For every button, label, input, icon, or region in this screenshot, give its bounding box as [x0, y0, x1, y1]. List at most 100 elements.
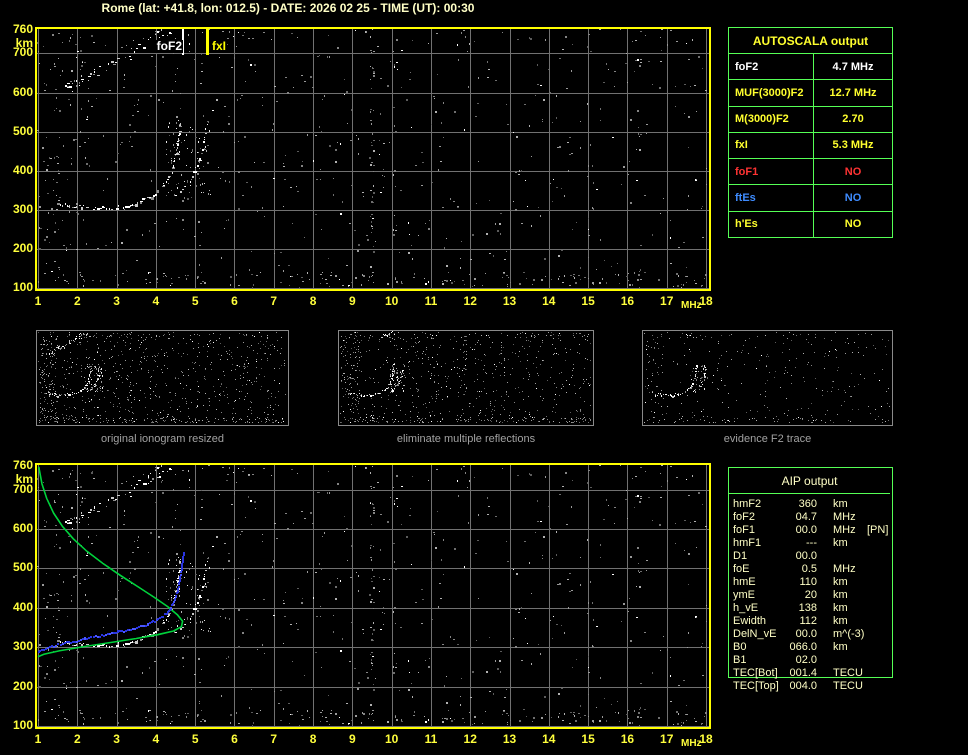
aip-cell: TEC[Bot] — [733, 667, 778, 679]
aip-cell — [863, 563, 891, 576]
y-tick-500: 500 — [12, 560, 33, 575]
y-tick-300: 300 — [12, 639, 33, 654]
x-tick-7: 7 — [270, 732, 278, 746]
y-tick-600: 600 — [12, 521, 33, 536]
panel-original-ionogram-canvas — [36, 330, 289, 426]
x-tick-4: 4 — [152, 732, 160, 746]
aip-cell: 110 — [799, 576, 817, 588]
y-tick-500: 500 — [12, 123, 33, 138]
aip-row-ymE: ymE 20 km — [733, 589, 891, 602]
aip-cell — [863, 680, 891, 693]
aip-row-h_vE: h_vE 138 km — [733, 602, 891, 615]
autoscala-row-h'Es: h'Es NO — [729, 210, 892, 237]
aip-cell — [817, 654, 863, 667]
x-tick-17: 17 — [660, 294, 674, 308]
autoscala-row-value: 5.3 MHz — [813, 132, 892, 159]
aip-cell: h_vE — [733, 602, 759, 614]
aip-row-hmF2: hmF2 360 km — [733, 498, 891, 511]
aip-cell: 112 — [799, 615, 817, 627]
x-tick-1: 1 — [34, 294, 42, 308]
aip-cell — [863, 667, 891, 680]
x-axis-unit: MHz — [681, 738, 702, 749]
x-tick-4: 4 — [152, 294, 160, 308]
autoscala-row-value: 2.70 — [813, 106, 892, 132]
fxI-marker-label: fxI — [211, 39, 228, 53]
autoscala-row-label: foF1 — [735, 165, 759, 178]
autoscala-row-label: fxI — [735, 139, 748, 152]
autoscala-row-label: M(3000)F2 — [735, 113, 789, 126]
x-tick-12: 12 — [463, 294, 477, 308]
aip-cell: [PN] — [867, 524, 889, 536]
autoscala-row-ftEs: ftEs NO — [729, 184, 892, 211]
x-tick-15: 15 — [581, 294, 595, 308]
aip-cell — [863, 654, 891, 667]
y-tick-760: 760 — [12, 22, 33, 36]
aip-row-hmF1: hmF1 --- km — [733, 537, 891, 550]
x-tick-8: 8 — [309, 294, 317, 308]
aip-cell: TECU — [833, 680, 863, 692]
aip-cell: 138 — [798, 602, 817, 614]
aip-cell — [863, 628, 891, 641]
autoscala-row-value: NO — [813, 185, 892, 211]
autoscala-row-label: foF2 — [735, 60, 759, 73]
aip-cell: m^(-3) — [833, 628, 865, 640]
autoscala-row-label: h'Es — [735, 218, 758, 231]
aip-cell: MHz — [833, 524, 856, 536]
aip-cell: foF1 — [733, 524, 756, 536]
aip-cell: 04.7 — [795, 511, 817, 523]
x-tick-12: 12 — [463, 732, 477, 746]
autoscala-row-label: MUF(3000)F2 — [735, 86, 804, 99]
autoscala-row-value: 4.7 MHz — [813, 54, 892, 80]
x-tick-2: 2 — [73, 732, 81, 746]
aip-table-title: AIP output — [729, 468, 890, 494]
aip-cell: 20 — [804, 589, 817, 601]
aip-cell: 00.0 — [795, 524, 817, 536]
x-tick-16: 16 — [620, 732, 635, 746]
aip-cell: km — [833, 589, 848, 601]
bottom-ionogram-canvas — [35, 463, 711, 729]
aip-cell: 001.4 — [789, 667, 817, 679]
aip-cell: DelN_vE — [733, 628, 777, 640]
aip-cell: B0 — [733, 641, 747, 653]
aip-row-TEC[Top]: TEC[Top] 004.0 TECU — [733, 680, 891, 693]
aip-cell: 004.0 — [789, 680, 817, 692]
aip-cell: 00.0 — [795, 550, 817, 562]
aip-cell: TECU — [833, 667, 863, 679]
aip-cell: hmF1 — [733, 537, 762, 549]
x-tick-7: 7 — [270, 294, 278, 308]
page-title: Rome (lat: +41.8, lon: 012.5) - DATE: 20… — [101, 1, 475, 15]
aip-cell: --- — [806, 537, 817, 549]
x-tick-10: 10 — [384, 732, 399, 746]
x-tick-14: 14 — [542, 732, 556, 746]
aip-cell: TEC[Top] — [733, 680, 779, 692]
aip-row-foF2: foF2 04.7 MHz — [733, 511, 891, 524]
y-tick-400: 400 — [12, 162, 33, 177]
aip-cell — [863, 537, 891, 550]
aip-cell: D1 — [733, 550, 748, 562]
x-tick-5: 5 — [191, 294, 199, 308]
x-tick-1: 1 — [34, 732, 42, 746]
autoscala-row-value: NO — [813, 159, 892, 185]
aip-cell — [863, 641, 891, 654]
aip-cell — [863, 550, 891, 563]
autoscala-row-foF1: foF1 NO — [729, 158, 892, 185]
aip-cell: km — [833, 602, 848, 614]
aip-cell: MHz — [833, 511, 856, 523]
x-tick-6: 6 — [231, 732, 238, 746]
x-axis-unit: MHz — [681, 300, 702, 311]
aip-cell: km — [833, 615, 848, 627]
aip-cell: MHz — [833, 563, 856, 575]
x-tick-8: 8 — [309, 732, 317, 746]
x-tick-3: 3 — [113, 294, 120, 308]
y-tick-200: 200 — [12, 678, 33, 693]
autoscala-row-label: ftEs — [735, 192, 756, 205]
x-tick-13: 13 — [502, 732, 517, 746]
aip-cell: 360 — [798, 498, 817, 510]
panel-evidence-f2-canvas — [642, 330, 893, 426]
aip-row-D1: D1 00.0 — [733, 550, 891, 563]
aip-cell: 066.0 — [789, 641, 817, 653]
panel-caption-evidence: evidence F2 trace — [723, 433, 812, 445]
panel-caption-original: original ionogram resized — [101, 433, 224, 445]
x-tick-9: 9 — [349, 294, 356, 308]
y-tick-700: 700 — [12, 45, 33, 60]
